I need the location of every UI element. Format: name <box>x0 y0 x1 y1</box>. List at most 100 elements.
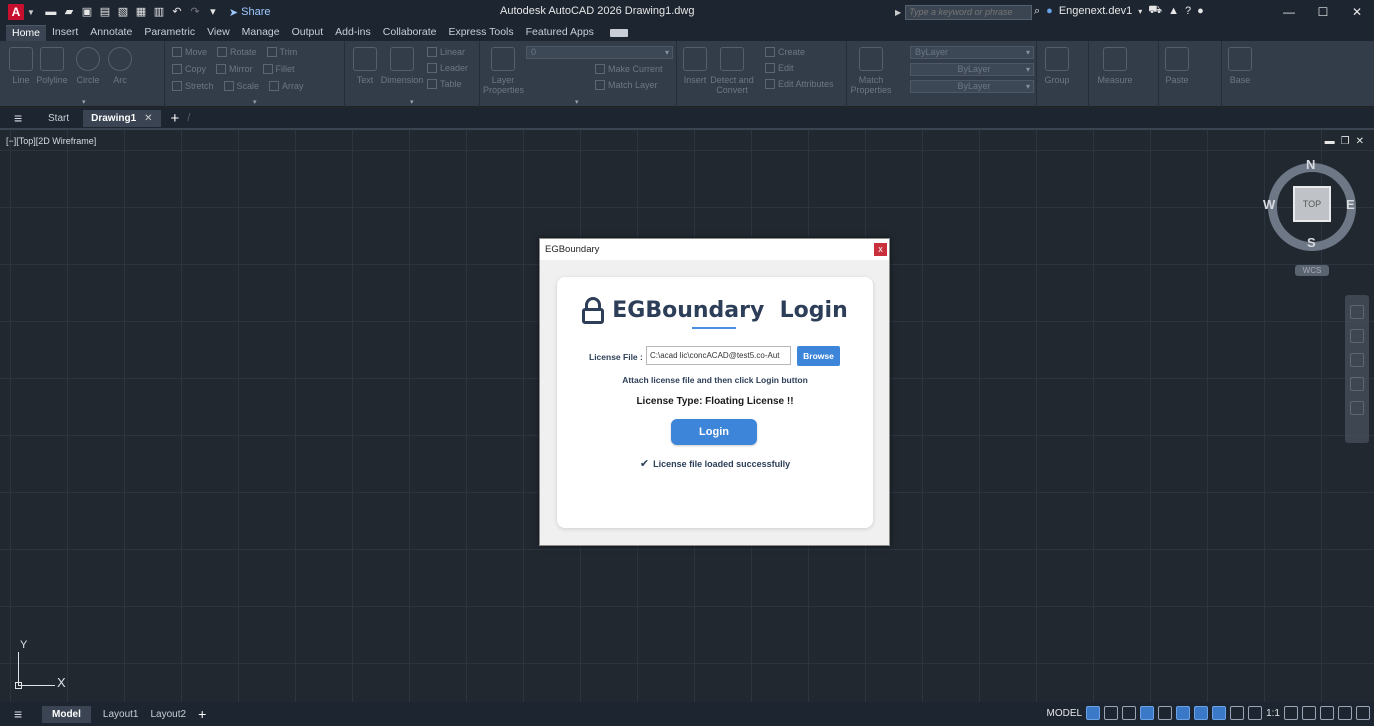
model-space-toggle[interactable]: MODEL <box>1047 708 1083 719</box>
annotation-monitor-icon[interactable] <box>1302 706 1316 720</box>
chevron-down-icon[interactable]: ▼ <box>27 8 35 17</box>
share-button[interactable]: ➤ Share <box>229 6 271 19</box>
create-block-tool[interactable]: Create <box>765 47 834 57</box>
tab-home[interactable]: Home <box>6 25 47 41</box>
make-current-tool[interactable]: Make Current <box>595 64 663 74</box>
group-tool[interactable]: Group <box>1039 47 1075 85</box>
units-icon[interactable] <box>1320 706 1334 720</box>
match-layer-tool[interactable]: Match Layer <box>595 80 663 90</box>
menu-icon[interactable]: ≡ <box>14 111 26 125</box>
annotation-scale-icon[interactable] <box>1248 706 1263 720</box>
mirror-tool[interactable]: Mirror <box>216 64 253 74</box>
menu-icon[interactable]: ≡ <box>14 707 26 721</box>
table-tool[interactable]: Table <box>427 79 468 89</box>
paste-tool[interactable]: Paste <box>1159 47 1195 85</box>
new-file-icon[interactable]: ▬ <box>45 6 57 18</box>
autodesk-app-icon[interactable]: ▲ <box>1168 5 1179 17</box>
tab-model[interactable]: Model <box>42 705 91 723</box>
minimize-icon[interactable]: ▬ <box>1325 136 1335 147</box>
caret-right-icon[interactable]: ▶ <box>895 8 901 17</box>
stretch-tool[interactable]: Stretch <box>172 81 214 91</box>
viewcube-top-face[interactable]: TOP <box>1293 186 1331 222</box>
license-file-input[interactable] <box>646 346 791 365</box>
text-tool[interactable]: Text <box>347 47 383 85</box>
color-dropdown[interactable]: ByLayer <box>910 46 1034 59</box>
tab-drawing1[interactable]: Drawing1 ✕ <box>83 109 161 127</box>
annotation-expand-icon[interactable]: ▾ <box>410 98 414 106</box>
circle-tool[interactable]: Circle <box>70 47 106 85</box>
orbit-icon[interactable] <box>1350 377 1364 391</box>
tab-collaborate[interactable]: Collaborate <box>377 25 443 41</box>
annotation-visibility-icon[interactable] <box>1212 706 1227 720</box>
chevron-down-icon[interactable]: ▾ <box>1138 7 1142 16</box>
settings-icon[interactable]: ● <box>1197 5 1204 17</box>
pan-icon[interactable] <box>1350 329 1364 343</box>
lineweight-dropdown[interactable]: ByLayer <box>910 80 1034 93</box>
tab-parametric[interactable]: Parametric <box>138 25 201 41</box>
object-snap-tracking-icon[interactable] <box>1176 706 1191 720</box>
user-icon[interactable]: ● <box>1046 5 1053 17</box>
modify-expand-icon[interactable]: ▾ <box>253 98 257 106</box>
rotate-tool[interactable]: Rotate <box>217 47 257 57</box>
linetype-dropdown[interactable]: ByLayer <box>910 63 1034 76</box>
move-tool[interactable]: Move <box>172 47 207 57</box>
search-input[interactable] <box>905 4 1033 20</box>
compass-east[interactable]: E <box>1346 197 1355 212</box>
copy-tool[interactable]: Copy <box>172 64 206 74</box>
tab-layout2[interactable]: Layout2 <box>150 709 186 720</box>
restore-icon[interactable]: ❐ <box>1341 136 1350 147</box>
fillet-tool[interactable]: Fillet <box>262 64 295 74</box>
close-icon[interactable]: ✕ <box>1340 0 1374 24</box>
draw-expand-icon[interactable]: ▾ <box>82 98 86 106</box>
compass-north[interactable]: N <box>1306 157 1315 172</box>
tab-express-tools[interactable]: Express Tools <box>442 25 519 41</box>
grid-icon[interactable] <box>1086 706 1101 720</box>
compass-west[interactable]: W <box>1263 197 1275 212</box>
customize-qat-icon[interactable]: ▾ <box>207 6 219 18</box>
polar-icon[interactable] <box>1140 706 1155 720</box>
print-icon[interactable]: ▥ <box>153 6 165 18</box>
base-view-tool[interactable]: Base <box>1222 47 1258 85</box>
edit-block-tool[interactable]: Edit <box>765 63 834 73</box>
auto-scale-icon[interactable] <box>1230 706 1245 720</box>
array-tool[interactable]: Array <box>269 81 304 91</box>
close-icon[interactable]: ✕ <box>1356 136 1364 147</box>
search-icon[interactable]: ⌕ <box>1034 5 1040 18</box>
open-folder-icon[interactable]: ▰ <box>63 6 75 18</box>
compass-south[interactable]: S <box>1307 235 1316 250</box>
maximize-icon[interactable]: ☐ <box>1306 0 1340 24</box>
annotation-scale-value[interactable]: 1:1 <box>1266 708 1280 719</box>
user-name[interactable]: Engenext.dev1 <box>1059 5 1132 17</box>
cart-icon[interactable]: ⛟ <box>1148 4 1162 18</box>
snap-icon[interactable] <box>1104 706 1119 720</box>
add-layout-icon[interactable]: + <box>198 706 206 722</box>
insert-tool[interactable]: Insert <box>677 47 713 85</box>
tab-insert[interactable]: Insert <box>46 25 84 41</box>
linear-tool[interactable]: Linear <box>427 47 468 57</box>
tab-add-ins[interactable]: Add-ins <box>329 25 377 41</box>
polyline-tool[interactable]: Polyline <box>34 47 70 85</box>
showmotion-icon[interactable] <box>1350 401 1364 415</box>
save-as-icon[interactable]: ▤ <box>99 6 111 18</box>
measure-tool[interactable]: Measure <box>1095 47 1135 85</box>
tab-view[interactable]: View <box>201 25 236 41</box>
redo-icon[interactable]: ↷ <box>189 6 201 18</box>
tab-manage[interactable]: Manage <box>236 25 286 41</box>
leader-tool[interactable]: Leader <box>427 63 468 73</box>
open-web-icon[interactable]: ▧ <box>117 6 129 18</box>
match-properties-tool[interactable]: Match Properties <box>849 47 893 95</box>
dialog-close-button[interactable]: x <box>874 243 887 256</box>
steering-wheel-icon[interactable] <box>1350 305 1364 319</box>
tab-featured-apps[interactable]: Featured Apps <box>520 25 600 41</box>
clean-screen-icon[interactable] <box>1338 706 1352 720</box>
dimension-tool[interactable]: Dimension <box>379 47 425 85</box>
tab-annotate[interactable]: Annotate <box>84 25 138 41</box>
tab-layout1[interactable]: Layout1 <box>103 709 139 720</box>
tab-output[interactable]: Output <box>286 25 330 41</box>
scale-tool[interactable]: Scale <box>223 81 259 91</box>
layer-dropdown[interactable]: 0 <box>526 46 673 59</box>
edit-attributes-tool[interactable]: Edit Attributes <box>765 79 834 89</box>
isodraft-icon[interactable] <box>1158 706 1173 720</box>
save-web-icon[interactable]: ▦ <box>135 6 147 18</box>
wcs-menu[interactable]: WCS <box>1295 265 1329 276</box>
